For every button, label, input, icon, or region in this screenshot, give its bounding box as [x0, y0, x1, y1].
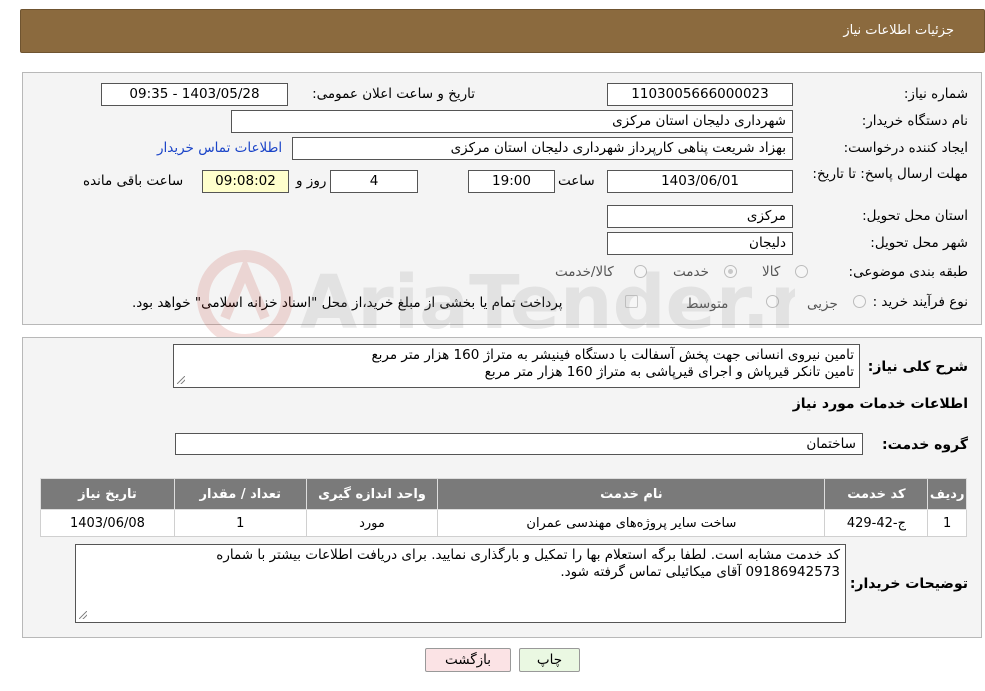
table-row: 1 ج-42-429 ساخت سایر پروژه‌های مهندسی عم…	[40, 509, 967, 537]
buyer-notes-textarea[interactable]: کد خدمت مشابه است. لطفا برگه استعلام بها…	[75, 544, 846, 623]
city-label: شهر محل تحویل:	[870, 235, 968, 251]
summary-textarea[interactable]: تامین نیروی انسانی جهت پخش آسفالت با دست…	[173, 344, 860, 388]
requester-label: ایجاد کننده درخواست:	[843, 140, 968, 156]
col-need-date: تاریخ نیاز	[40, 478, 175, 510]
announce-datetime-field: 1403/05/28 - 09:35	[101, 83, 288, 106]
buyer-org-label: نام دستگاه خریدار:	[861, 113, 968, 129]
summary-label: شرح کلی نیاز:	[867, 359, 968, 375]
deadline-date-field: 1403/06/01	[607, 170, 793, 193]
cell-service-name: ساخت سایر پروژه‌های مهندسی عمران	[437, 509, 826, 537]
col-service-name: نام خدمت	[437, 478, 826, 510]
city-field: دلیجان	[607, 232, 793, 255]
deadline-label: مهلت ارسال پاسخ: تا تاریخ:	[812, 166, 968, 182]
need-number-field: 1103005666000023	[607, 83, 793, 106]
treasury-payment-label: پرداخت تمام یا بخشی از مبلغ خرید،از محل …	[132, 295, 563, 311]
cell-quantity: 1	[173, 509, 307, 537]
buyer-notes-line-2: 09186942573 آقای میکائیلی تماس گرفته شود…	[560, 564, 840, 580]
deadline-time-field: 19:00	[468, 170, 555, 193]
cell-row-number: 1	[927, 509, 967, 537]
resize-handle-icon[interactable]	[177, 376, 185, 384]
category-radio-goods-service[interactable]	[634, 265, 647, 278]
remaining-time-field: 09:08:02	[202, 170, 289, 193]
category-radio-service[interactable]	[724, 265, 737, 278]
province-field: مرکزی	[607, 205, 793, 228]
remaining-time-label: ساعت باقی مانده	[83, 173, 184, 189]
services-table: ردیف کد خدمت نام خدمت واحد اندازه گیری ت…	[40, 478, 967, 537]
print-button[interactable]: چاپ	[519, 648, 580, 672]
treasury-payment-checkbox[interactable]	[625, 295, 638, 308]
service-group-field: ساختمان	[175, 433, 863, 455]
category-option-service-label: خدمت	[673, 264, 709, 280]
requester-field: بهزاد شریعت پناهی کارپرداز شهرداری دلیجا…	[292, 137, 793, 160]
category-radio-goods[interactable]	[795, 265, 808, 278]
summary-line-2: تامین تانکر قیرپاش و اجرای قیرپاشی به مت…	[484, 364, 854, 380]
buyer-contact-link[interactable]: اطلاعات تماس خریدار	[157, 140, 282, 156]
col-unit: واحد اندازه گیری	[305, 478, 439, 510]
page-header: جزئیات اطلاعات نیاز	[20, 9, 985, 53]
days-remaining-field: 4	[330, 170, 418, 193]
services-table-header: ردیف کد خدمت نام خدمت واحد اندازه گیری ت…	[40, 478, 967, 510]
page-title: جزئیات اطلاعات نیاز	[843, 23, 954, 38]
back-button[interactable]: بازگشت	[425, 648, 511, 672]
summary-line-1: تامین نیروی انسانی جهت پخش آسفالت با دست…	[371, 347, 854, 363]
service-group-label: گروه خدمت:	[882, 437, 968, 453]
process-type-label: نوع فرآیند خرید :	[872, 294, 968, 310]
cell-service-code: ج-42-429	[824, 509, 929, 537]
buyer-notes-line-1: کد خدمت مشابه است. لطفا برگه استعلام بها…	[216, 547, 840, 563]
buyer-org-field: شهرداری دلیجان استان مرکزی	[231, 110, 793, 133]
province-label: استان محل تحویل:	[862, 208, 968, 224]
col-row-number: ردیف	[927, 478, 967, 510]
need-number-label: شماره نیاز:	[903, 86, 968, 102]
category-option-goods-label: کالا	[762, 264, 781, 280]
days-label: روز و	[296, 173, 327, 189]
category-option-goods-service-label: کالا/خدمت	[555, 264, 614, 280]
cell-unit: مورد	[305, 509, 439, 537]
services-info-title: اطلاعات خدمات مورد نیاز	[792, 396, 968, 412]
process-radio-minor[interactable]	[853, 295, 866, 308]
col-service-code: کد خدمت	[824, 478, 929, 510]
process-option-medium-label: متوسط	[686, 296, 729, 312]
deadline-time-label: ساعت	[558, 173, 595, 189]
col-quantity: تعداد / مقدار	[173, 478, 307, 510]
buyer-notes-label: توضیحات خریدار:	[849, 576, 968, 592]
cell-need-date: 1403/06/08	[40, 509, 175, 537]
resize-handle-icon[interactable]	[79, 611, 87, 619]
category-label: طبقه بندی موضوعی:	[848, 264, 968, 280]
process-radio-medium[interactable]	[766, 295, 779, 308]
process-option-minor-label: جزیی	[807, 296, 838, 312]
announce-label: تاریخ و ساعت اعلان عمومی:	[312, 86, 475, 102]
